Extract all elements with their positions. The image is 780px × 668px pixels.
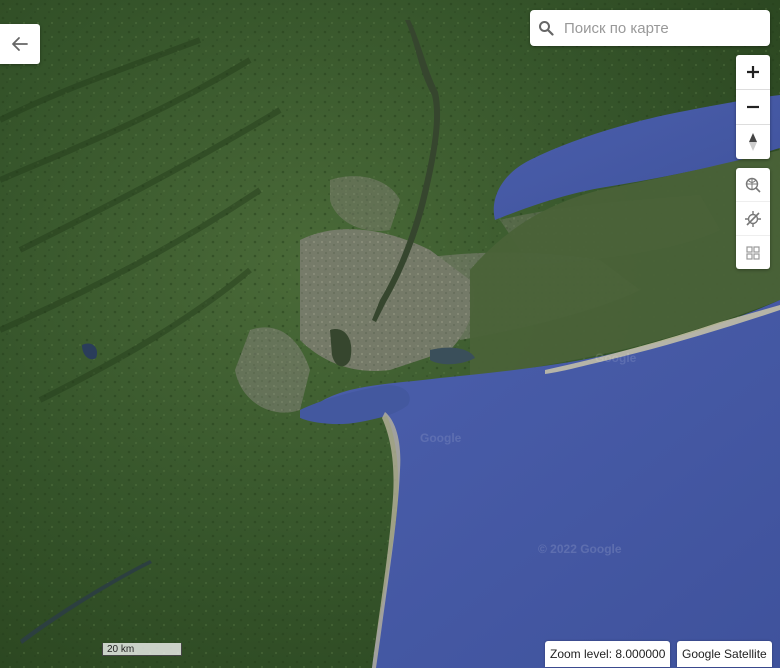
- minus-icon: [747, 105, 759, 109]
- layers-grid-button[interactable]: [736, 236, 770, 269]
- layer-name-text: Google Satellite: [682, 647, 767, 661]
- compass-icon: [749, 133, 757, 151]
- search-icon: [539, 21, 554, 36]
- layer-name-button[interactable]: Google Satellite: [677, 641, 772, 667]
- map-search-box[interactable]: [530, 10, 770, 46]
- arrow-left-icon: [12, 37, 28, 51]
- satellite-map[interactable]: Google Google © 2022 Google: [0, 0, 780, 668]
- grid-icon: [746, 245, 760, 260]
- back-button[interactable]: [0, 24, 40, 64]
- geo-search-button[interactable]: [736, 168, 770, 202]
- zoom-in-button[interactable]: [736, 55, 770, 90]
- geo-search-icon: [745, 177, 761, 193]
- zoom-level-text: Zoom level: 8.000000: [550, 647, 666, 661]
- zoom-level-indicator: Zoom level: 8.000000: [545, 641, 671, 667]
- map-copyright: © 2022 Google: [538, 542, 622, 556]
- scale-bar: 20 km: [102, 643, 182, 656]
- search-input[interactable]: [562, 18, 756, 38]
- plus-icon: [747, 66, 759, 78]
- compass-button[interactable]: [736, 125, 770, 159]
- scale-label: 20 km: [107, 644, 135, 655]
- map-tools: [736, 168, 770, 269]
- location-off-icon: [745, 210, 761, 227]
- location-button[interactable]: [736, 202, 770, 236]
- zoom-out-button[interactable]: [736, 90, 770, 125]
- zoom-controls: [736, 55, 770, 159]
